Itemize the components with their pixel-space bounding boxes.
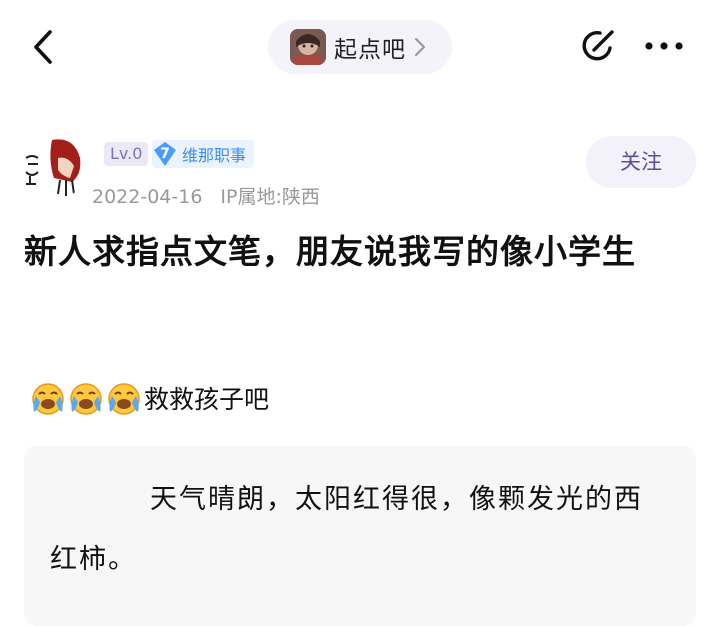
crying-face-icon: [32, 383, 64, 415]
top-bar: 起点吧: [0, 0, 720, 96]
post-title: 新人求指点文笔，朋友说我写的像小学生: [24, 232, 636, 271]
share-icon[interactable]: [578, 26, 618, 66]
post-meta: 2022-04-16 IP属地:陕西: [92, 182, 320, 209]
post-date: 2022-04-16: [92, 186, 203, 208]
author-row: Lv.0 7 维那职事 2022-04-16 IP属地:陕西 关注: [0, 124, 720, 214]
forum-entry-button[interactable]: 起点吧: [268, 20, 452, 74]
embedded-text: 天气晴朗，太阳红得很，像颗发光的西红柿。: [50, 484, 643, 575]
post-body-line: 救救孩子吧: [30, 370, 269, 426]
ip-location: IP属地:陕西: [220, 186, 320, 208]
author-avatar[interactable]: [18, 130, 88, 200]
forum-avatar: [290, 29, 326, 65]
forum-name: 起点吧: [334, 37, 406, 63]
follow-button[interactable]: 关注: [586, 136, 696, 188]
role-level-number: 7: [160, 146, 170, 162]
crying-face-icon: [70, 383, 102, 415]
embedded-text-image[interactable]: 天气晴朗，太阳红得很，像颗发光的西红柿。: [24, 446, 696, 626]
user-level-badge: Lv.0: [104, 142, 149, 166]
back-arrow-icon[interactable]: [28, 28, 62, 66]
role-badge: 7 维那职事: [152, 140, 255, 168]
more-icon[interactable]: [644, 38, 684, 54]
chevron-right-icon: [414, 37, 426, 57]
post-body-text: 救救孩子吧: [144, 385, 270, 414]
crying-face-icon: [108, 383, 140, 415]
diamond-icon: 7: [152, 141, 178, 167]
role-title: 维那职事: [182, 146, 247, 165]
